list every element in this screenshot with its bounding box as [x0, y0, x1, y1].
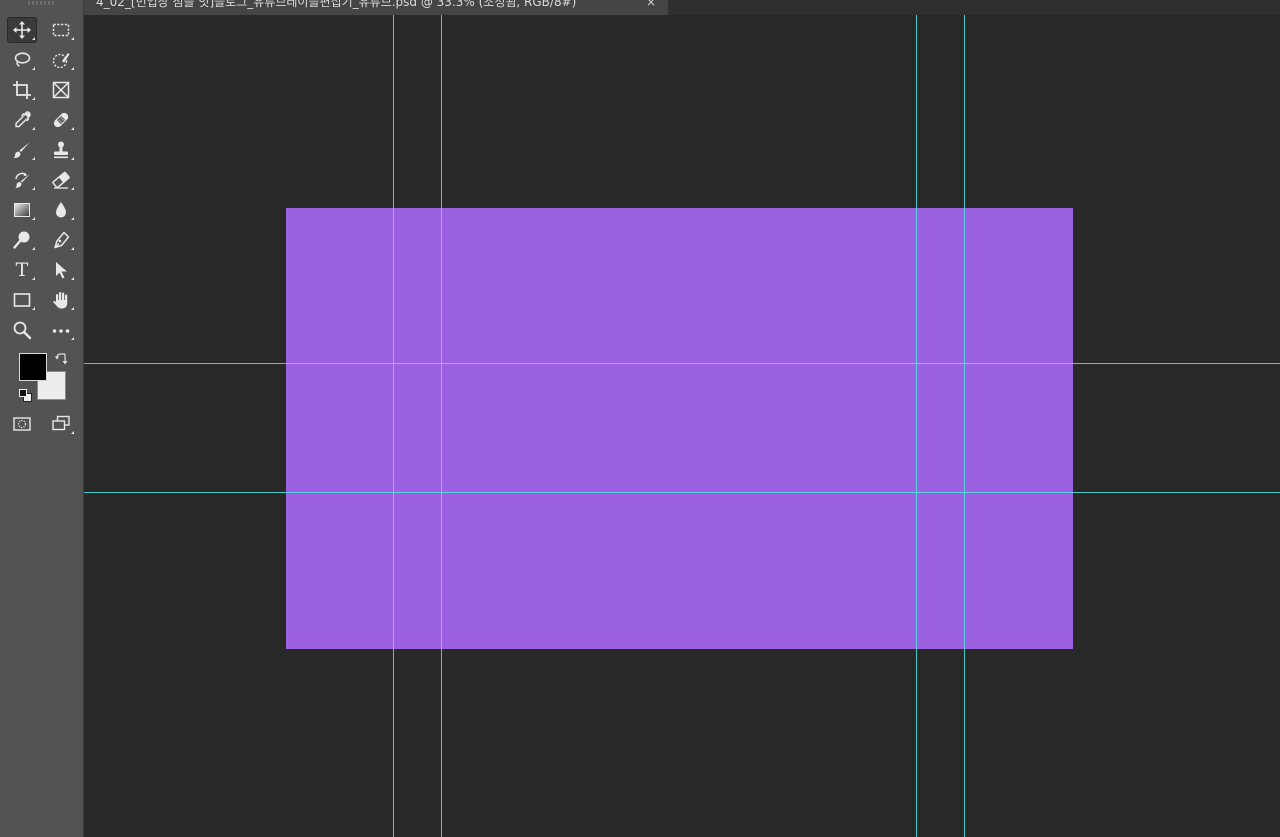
tool-group-indicator	[32, 97, 35, 100]
quick-selection-icon	[52, 53, 70, 69]
tool-group-indicator	[71, 307, 74, 310]
brush-icon	[13, 142, 30, 159]
screen-mode[interactable]	[46, 411, 76, 437]
canvas-area[interactable]	[84, 15, 1280, 837]
screen-mode-icon	[52, 415, 70, 431]
vertical-guide[interactable]	[393, 15, 394, 837]
tool-group-indicator	[71, 37, 74, 40]
move-icon	[13, 21, 31, 39]
type-tool[interactable]: T	[7, 257, 37, 283]
crop-tool[interactable]	[7, 77, 37, 103]
stamp-icon	[54, 141, 68, 159]
document-tab-bar: 4_02_[번입장 점을 잇]블로그_유튜브레이블편집기_유튜브.psd @ 3…	[84, 0, 1280, 15]
tool-group-indicator	[71, 157, 74, 160]
vertical-guide[interactable]	[441, 15, 442, 837]
document-tab-title: 4_02_[번입장 점을 잇]블로그_유튜브레이블편집기_유튜브.psd @ 3…	[96, 0, 577, 9]
dodge-tool[interactable]	[7, 227, 37, 253]
eyedropper-tool[interactable]	[7, 107, 37, 133]
crop-icon	[13, 81, 31, 99]
document-tab[interactable]: 4_02_[번입장 점을 잇]블로그_유튜브레이블편집기_유튜브.psd @ 3…	[84, 0, 668, 15]
clone-stamp-tool[interactable]	[46, 137, 76, 163]
vertical-guide[interactable]	[916, 15, 917, 837]
tool-group-indicator	[71, 127, 74, 130]
edit-toolbar[interactable]	[46, 317, 76, 343]
vertical-guide[interactable]	[964, 15, 965, 837]
tool-group-indicator	[71, 217, 74, 220]
tool-group-indicator	[32, 247, 35, 250]
horizontal-guide[interactable]	[84, 363, 1280, 364]
tool-group-indicator	[32, 277, 35, 280]
quick-mask-icon	[13, 417, 31, 431]
tool-group-indicator	[71, 247, 74, 250]
tool-group-indicator	[32, 37, 35, 40]
type-icon: T	[15, 258, 29, 281]
horizontal-guide[interactable]	[84, 492, 1280, 493]
purple-artboard[interactable]	[286, 208, 1073, 649]
eyedropper-icon	[15, 111, 31, 128]
brush-tool[interactable]	[7, 137, 37, 163]
default-colors-icon[interactable]	[19, 389, 32, 402]
tool-group-indicator	[32, 127, 35, 130]
photoshop-window: T 4_02_[번입장 점을 잇]블로그_유튜브레이블편집기_유튜브.psd @…	[0, 0, 1280, 837]
history-brush-tool[interactable]	[7, 167, 37, 193]
tool-group-indicator	[71, 277, 74, 280]
quick-mask-mode[interactable]	[7, 411, 37, 437]
rectangle-icon	[13, 293, 31, 307]
marquee-icon	[52, 23, 70, 37]
foreground-color-swatch[interactable]	[19, 353, 47, 381]
lasso-tool[interactable]	[7, 47, 37, 73]
tool-group-indicator	[71, 431, 74, 434]
close-icon[interactable]: ×	[646, 0, 656, 9]
frame-tool[interactable]	[46, 77, 76, 103]
pen-tool[interactable]	[46, 227, 76, 253]
shape-tool[interactable]	[7, 287, 37, 313]
tool-group-indicator	[71, 337, 74, 340]
hand-icon	[53, 292, 68, 309]
frame-icon	[52, 81, 70, 99]
eraser-icon	[52, 171, 70, 189]
gradient-icon	[14, 203, 30, 217]
tool-group-indicator	[32, 157, 35, 160]
tool-group-indicator	[32, 67, 35, 70]
drop-icon	[56, 202, 66, 218]
magnifier-icon	[13, 321, 32, 340]
dodge-icon	[13, 231, 30, 249]
tool-group-indicator	[32, 307, 35, 310]
bandage-icon	[53, 112, 69, 128]
tool-group-indicator	[32, 187, 35, 190]
move-tool[interactable]	[7, 17, 37, 43]
blur-tool[interactable]	[46, 197, 76, 223]
path-selection-tool[interactable]	[46, 257, 76, 283]
quick-selection-tool[interactable]	[46, 47, 76, 73]
healing-brush-tool[interactable]	[46, 107, 76, 133]
tool-group-indicator	[71, 187, 74, 190]
tool-group-indicator	[71, 67, 74, 70]
swap-colors-icon[interactable]	[54, 352, 68, 366]
lasso-icon	[14, 52, 31, 67]
eraser-tool[interactable]	[46, 167, 76, 193]
panel-grip[interactable]	[28, 1, 54, 5]
marquee-tool[interactable]	[46, 17, 76, 43]
hand-tool[interactable]	[46, 287, 76, 313]
history-brush-icon	[15, 172, 30, 188]
gradient-tool[interactable]	[7, 197, 37, 223]
tools-panel: T	[0, 0, 84, 837]
arrow-icon	[56, 262, 67, 279]
tool-group-indicator	[32, 217, 35, 220]
pen-icon	[54, 231, 70, 249]
more-icon	[52, 329, 70, 333]
zoom-tool[interactable]	[7, 317, 37, 343]
